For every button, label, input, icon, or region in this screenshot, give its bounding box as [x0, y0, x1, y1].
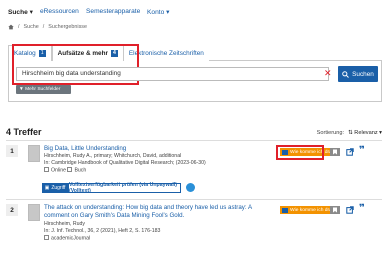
- result-authors: Hirschheim, Rudy: [44, 221, 85, 227]
- external-link-icon[interactable]: [346, 206, 354, 214]
- nav-semesterapparate[interactable]: Semesterapparate: [86, 8, 140, 15]
- sort-icon: ⇅: [348, 130, 353, 136]
- result-source: In: J. Inf. Technol., 36, 2 (2021), Heft…: [44, 228, 161, 234]
- result-title[interactable]: Big Data, Little Understanding: [44, 145, 126, 153]
- divider: [6, 140, 382, 141]
- unpaywall-link[interactable]: Volltextverfügbarkeit prüfen (via Unpayw…: [68, 182, 181, 194]
- result-source: In: Cambridge Handbook of Qualitative Di…: [44, 160, 206, 166]
- article-cover-icon: [28, 204, 40, 221]
- lock-icon: ▣: [44, 185, 50, 191]
- search-icon: [342, 70, 350, 78]
- result-format: academicJournal: [44, 235, 90, 243]
- breadcrumb: / Suche / Suchergebnisse: [8, 24, 87, 30]
- access-button[interactable]: ▣ Zugriff: [42, 183, 68, 193]
- info-icon[interactable]: [186, 183, 195, 192]
- nav-search[interactable]: Suche ▾: [8, 8, 33, 16]
- more-fields-button[interactable]: ▼ Mehr Suchfelder: [16, 85, 71, 94]
- home-icon[interactable]: [8, 24, 14, 30]
- result-number: 1: [6, 145, 18, 157]
- result-format: Online Buch: [44, 167, 86, 175]
- results-count: 4 Treffer: [6, 127, 42, 137]
- result-title-line2[interactable]: comment on Gary Smith's Data Mining Fool…: [44, 212, 184, 220]
- result-title-line1[interactable]: The attack on understanding: How big dat…: [44, 204, 252, 212]
- nav-account[interactable]: Konto ▾: [147, 8, 169, 16]
- book-cover-icon: [28, 145, 40, 162]
- highlight-box-wkd: [276, 145, 324, 160]
- external-link-icon[interactable]: [346, 148, 354, 156]
- nav-eresources[interactable]: eRessourcen: [40, 8, 79, 15]
- quote-icon[interactable]: ❞: [359, 145, 365, 156]
- result-number: 2: [6, 204, 18, 216]
- bookmark-icon[interactable]: [330, 206, 340, 214]
- book-icon: [67, 167, 73, 172]
- search-input[interactable]: Hirschheim big data understanding: [16, 67, 329, 81]
- result-authors: Hirschheim, Rudy A., primary; Whitchurch…: [44, 153, 182, 159]
- journal-icon: [44, 235, 49, 240]
- divider: [6, 199, 382, 200]
- breadcrumb-search[interactable]: Suche: [24, 24, 39, 30]
- search-button[interactable]: Suchen: [338, 66, 378, 82]
- bookmark-icon[interactable]: [330, 148, 340, 156]
- clear-icon[interactable]: ✕: [324, 67, 332, 79]
- quote-icon[interactable]: ❞: [359, 203, 365, 214]
- breadcrumb-results: Suchergebnisse: [48, 24, 87, 30]
- sort-control[interactable]: Sortierung: ⇅ Relevanz ▾: [317, 130, 382, 136]
